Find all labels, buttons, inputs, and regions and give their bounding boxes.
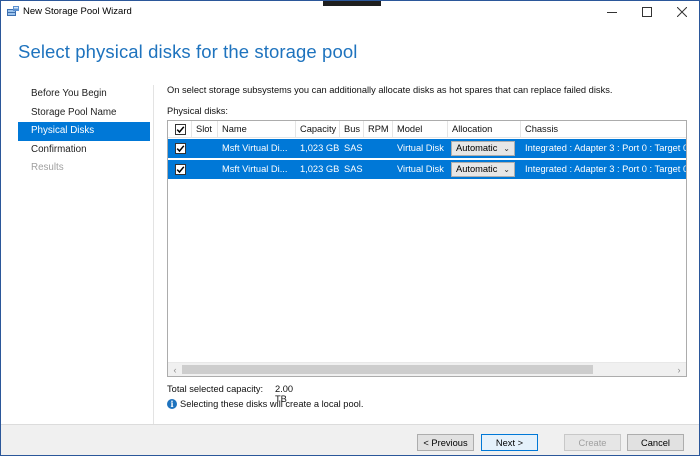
column-header-chassis[interactable]: Chassis <box>521 121 686 138</box>
column-header-rpm[interactable]: RPM <box>364 121 393 138</box>
minimize-button[interactable] <box>593 1 631 23</box>
description-text: On select storage subsystems you can add… <box>167 85 613 95</box>
footer-bar: < Previous Next > Create Cancel <box>1 424 699 455</box>
scrollbar-thumb[interactable] <box>182 365 593 374</box>
checkmark-icon <box>176 126 185 134</box>
scroll-right-icon[interactable]: › <box>672 363 686 376</box>
column-header-allocation[interactable]: Allocation <box>448 121 521 138</box>
cell-rpm <box>364 160 393 179</box>
column-header-model[interactable]: Model <box>393 121 448 138</box>
column-header-slot[interactable]: Slot <box>192 121 218 138</box>
checkmark-icon <box>176 166 185 174</box>
title-bar-drag-tab <box>323 1 381 6</box>
nav-divider <box>153 85 154 425</box>
cell-name: Msft Virtual Di... <box>222 164 288 174</box>
horizontal-scrollbar[interactable]: ‹ › <box>168 362 686 376</box>
info-text: Selecting these disks will create a loca… <box>180 399 364 409</box>
page-title: Select physical disks for the storage po… <box>18 41 358 62</box>
physical-disks-grid: Slot Name Capacity Bus RPM Model Allocat… <box>167 120 687 377</box>
wizard-steps-nav: Before You Begin Storage Pool Name Physi… <box>18 85 150 178</box>
cell-capacity: 1,023 GB <box>300 164 340 174</box>
cell-capacity: 1,023 GB <box>300 143 340 153</box>
nav-item-before-you-begin[interactable]: Before You Begin <box>18 85 150 104</box>
column-header-capacity[interactable]: Capacity <box>296 121 340 138</box>
grid-header: Slot Name Capacity Bus RPM Model Allocat… <box>168 121 686 138</box>
wizard-window: New Storage Pool Wizard Select physical … <box>0 0 700 456</box>
nav-item-physical-disks[interactable]: Physical Disks <box>18 122 150 141</box>
column-header-bus[interactable]: Bus <box>340 121 364 138</box>
cell-rpm <box>364 139 393 158</box>
select-all-checkbox[interactable] <box>175 124 186 135</box>
cell-model: Virtual Disk <box>397 143 444 153</box>
checkmark-icon <box>176 145 185 153</box>
previous-button[interactable]: < Previous <box>417 434 474 451</box>
title-bar: New Storage Pool Wizard <box>1 1 699 23</box>
allocation-value: Automatic <box>456 164 498 174</box>
allocation-dropdown[interactable]: Automatic ⌄ <box>451 162 515 177</box>
cell-bus: SAS <box>344 143 363 153</box>
column-header-name[interactable]: Name <box>218 121 296 138</box>
total-capacity: Total selected capacity: 2.00 TB <box>167 384 293 404</box>
cell-slot <box>192 139 218 158</box>
maximize-button[interactable] <box>628 1 666 23</box>
close-icon <box>677 7 687 17</box>
table-row[interactable]: Msft Virtual Di... 1,023 GB SAS Virtual … <box>168 160 687 179</box>
cancel-button[interactable]: Cancel <box>627 434 684 451</box>
physical-disks-label: Physical disks: <box>167 106 228 116</box>
info-icon: i <box>167 399 177 409</box>
close-button[interactable] <box>663 1 700 23</box>
cell-bus: SAS <box>344 164 363 174</box>
table-row[interactable]: Msft Virtual Di... 1,023 GB SAS Virtual … <box>168 139 687 158</box>
nav-item-storage-pool-name[interactable]: Storage Pool Name <box>18 104 150 123</box>
window-title: New Storage Pool Wizard <box>23 6 132 17</box>
chevron-down-icon: ⌄ <box>503 165 510 174</box>
create-button: Create <box>564 434 621 451</box>
info-message: i Selecting these disks will create a lo… <box>167 399 363 409</box>
maximize-icon <box>642 7 652 17</box>
nav-item-confirmation[interactable]: Confirmation <box>18 141 150 160</box>
chevron-down-icon: ⌄ <box>503 144 510 153</box>
nav-item-results: Results <box>31 162 64 173</box>
allocation-dropdown[interactable]: Automatic ⌄ <box>451 141 515 156</box>
row-checkbox[interactable] <box>175 164 186 175</box>
cell-model: Virtual Disk <box>397 164 444 174</box>
next-button[interactable]: Next > <box>481 434 538 451</box>
select-all-header[interactable] <box>168 121 192 138</box>
cell-slot <box>192 160 218 179</box>
scroll-left-icon[interactable]: ‹ <box>168 363 182 376</box>
total-capacity-label: Total selected capacity: <box>167 384 264 394</box>
row-checkbox[interactable] <box>175 143 186 154</box>
cell-name: Msft Virtual Di... <box>222 143 288 153</box>
storage-pool-app-icon <box>7 6 19 16</box>
allocation-value: Automatic <box>456 143 498 153</box>
cell-chassis: Integrated : Adapter 3 : Port 0 : Target… <box>525 143 687 153</box>
minimize-icon <box>607 12 617 13</box>
cell-chassis: Integrated : Adapter 3 : Port 0 : Target… <box>525 164 687 174</box>
